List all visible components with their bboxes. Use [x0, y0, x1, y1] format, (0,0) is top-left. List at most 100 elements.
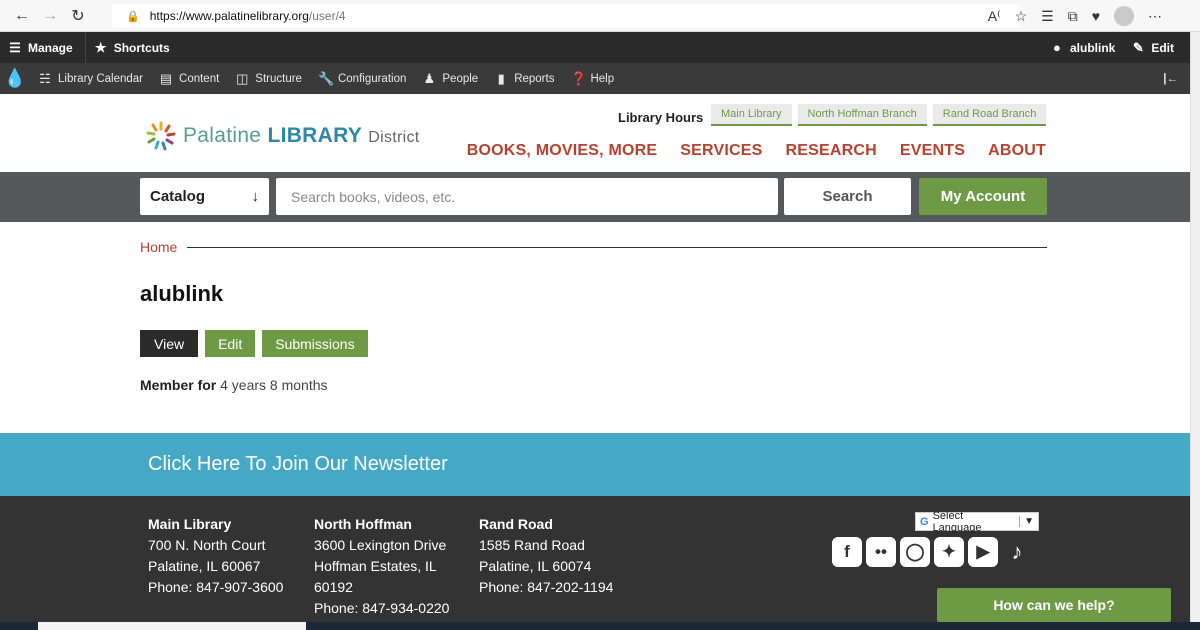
menu-configuration[interactable]: 🔧 Configuration	[310, 63, 414, 94]
help-chat-button[interactable]: How can we help?	[937, 588, 1171, 622]
user-tabs: View Edit Submissions	[140, 330, 368, 357]
favorites-list-icon[interactable]: ☰	[1041, 8, 1054, 25]
branch-line: Palatine, IL 60067	[148, 558, 261, 574]
branch-tab-north-hoffman[interactable]: North Hoffman Branch	[797, 104, 927, 126]
people-icon: ♟	[423, 70, 436, 86]
taskbar-search[interactable]	[38, 622, 306, 630]
branch-line: Phone: 847-202-1194	[479, 579, 614, 595]
help-icon: ❓	[570, 70, 587, 86]
instagram-icon[interactable]: ◯	[900, 537, 930, 567]
branch-name: Rand Road	[479, 516, 553, 532]
dropdown-arrow-icon: ▼	[1019, 516, 1038, 527]
nav-events[interactable]: EVENTS	[900, 142, 965, 160]
url-domain: https://www.palatinelibrary.org	[149, 9, 309, 23]
menu-label: Reports	[514, 72, 555, 85]
edit-label: Edit	[1151, 40, 1174, 55]
menu-help[interactable]: ❓ Help	[562, 63, 622, 94]
menu-people[interactable]: ♟ People	[414, 63, 486, 94]
url-path: /user/4	[308, 9, 346, 23]
catalog-label: Catalog	[150, 188, 206, 205]
branch-line: 700 N. North Court	[148, 537, 266, 553]
hamburger-icon: ☰	[9, 39, 21, 55]
menu-library-calendar[interactable]: ☵ Library Calendar	[30, 63, 151, 94]
page-title: alublink	[140, 281, 224, 306]
newsletter-link[interactable]: Click Here To Join Our Newsletter	[148, 453, 448, 476]
search-input[interactable]	[276, 178, 778, 215]
refresh-icon[interactable]: ↻	[64, 2, 92, 30]
browser-toolbar: ← → ↻ 🔒 https://www.palatinelibrary.org /…	[0, 0, 1200, 32]
shortcuts-button[interactable]: ★ Shortcuts	[86, 32, 178, 63]
user-icon: ●	[1053, 40, 1061, 55]
footer-branch-north-hoffman: North Hoffman 3600 Lexington Drive Hoffm…	[314, 514, 449, 619]
branch-hours-tabs: Main Library North Hoffman Branch Rand R…	[711, 104, 1047, 126]
address-bar[interactable]: 🔒 https://www.palatinelibrary.org/user/4	[112, 4, 1020, 28]
branch-line: Palatine, IL 60074	[479, 558, 592, 574]
read-aloud-icon[interactable]: A⁽	[988, 8, 1001, 25]
library-hours-label: Library Hours	[618, 110, 704, 125]
footer-branch-rand-road: Rand Road 1585 Rand Road Palatine, IL 60…	[479, 514, 613, 598]
bar-chart-icon: ▮	[497, 70, 505, 86]
branch-line: Hoffman Estates, IL	[314, 558, 437, 574]
lock-icon: 🔒	[126, 10, 140, 23]
shortcuts-label: Shortcuts	[113, 40, 170, 55]
favorite-icon[interactable]: ☆	[1015, 8, 1028, 25]
menu-reports[interactable]: ▮ Reports	[486, 63, 562, 94]
file-icon: ▤	[159, 70, 173, 86]
calendar-icon: ☵	[39, 70, 51, 86]
flickr-icon[interactable]: ••	[866, 537, 896, 567]
breadcrumb-divider	[187, 246, 1047, 248]
branch-name: North Hoffman	[314, 516, 412, 532]
tab-submissions[interactable]: Submissions	[262, 330, 368, 357]
menu-content[interactable]: ▤ Content	[151, 63, 227, 94]
branch-tab-main[interactable]: Main Library	[711, 104, 792, 126]
language-select[interactable]: G Select Language ▼	[915, 509, 1039, 534]
member-label: Member for	[140, 377, 217, 393]
browser-actions: A⁽ ☆ ☰ ⧉ ♥ ⋯	[988, 0, 1200, 32]
language-label: Select Language	[932, 509, 982, 534]
catalog-select[interactable]: Catalog ↓	[140, 178, 269, 215]
branch-line: 3600 Lexington Drive	[314, 537, 447, 553]
social-links: f •• ◯ ✦ ▶ ♪	[832, 537, 1032, 567]
profile-avatar[interactable]	[1114, 6, 1134, 26]
manage-label: Manage	[28, 40, 73, 55]
menu-structure[interactable]: ◫ Structure	[227, 63, 310, 94]
drupal-icon[interactable]: 💧	[0, 63, 30, 94]
forward-icon[interactable]: →	[36, 2, 64, 30]
pencil-icon: ✎	[1132, 39, 1144, 55]
youtube-icon[interactable]: ▶	[968, 537, 998, 567]
manage-button[interactable]: ☰ Manage	[0, 32, 86, 63]
facebook-icon[interactable]: f	[832, 537, 862, 567]
nav-services[interactable]: SERVICES	[680, 142, 762, 160]
back-icon[interactable]: ←	[8, 2, 36, 30]
logo-word-palatine: Palatine	[183, 124, 262, 147]
nav-about[interactable]: ABOUT	[988, 142, 1046, 160]
main-nav: BOOKS, MOVIES, MORE SERVICES RESEARCH EV…	[467, 142, 1046, 160]
search-button[interactable]: Search	[784, 178, 911, 215]
menu-label: Library Calendar	[58, 72, 144, 85]
newsletter-banner[interactable]: Click Here To Join Our Newsletter	[0, 433, 1190, 496]
health-icon[interactable]: ♥	[1092, 8, 1100, 24]
taskbar	[0, 622, 1200, 630]
branch-line: Phone: 847-934-0220	[314, 600, 450, 616]
tiktok-icon[interactable]: ♪	[1002, 537, 1032, 567]
site-header: Palatine LIBRARY District Library Hours …	[0, 94, 1190, 172]
branch-tab-rand-road[interactable]: Rand Road Branch	[932, 104, 1047, 126]
collections-icon[interactable]: ⧉	[1068, 8, 1078, 25]
search-band: Catalog ↓ Search My Account	[0, 172, 1190, 222]
structure-icon: ◫	[236, 70, 249, 86]
breadcrumb-home[interactable]: Home	[140, 239, 177, 255]
site-logo[interactable]: Palatine LIBRARY District	[145, 120, 420, 152]
tab-view[interactable]: View	[140, 330, 199, 357]
user-menu-button[interactable]: ● alublink	[1042, 32, 1123, 63]
collapse-tray-icon[interactable]: |←	[1163, 73, 1190, 85]
tab-edit[interactable]: Edit	[205, 330, 256, 357]
nav-books-movies[interactable]: BOOKS, MOVIES, MORE	[467, 142, 658, 160]
scrollbar[interactable]	[1190, 32, 1200, 630]
more-icon[interactable]: ⋯	[1148, 8, 1162, 25]
twitter-icon[interactable]: ✦	[934, 537, 964, 567]
edit-mode-button[interactable]: ✎ Edit	[1123, 32, 1190, 63]
my-account-button[interactable]: My Account	[919, 178, 1047, 215]
admin-toolbar: ☰ Manage ★ Shortcuts ● alublink ✎ Edit	[0, 32, 1190, 63]
menu-label: Help	[590, 72, 615, 85]
nav-research[interactable]: RESEARCH	[786, 142, 877, 160]
